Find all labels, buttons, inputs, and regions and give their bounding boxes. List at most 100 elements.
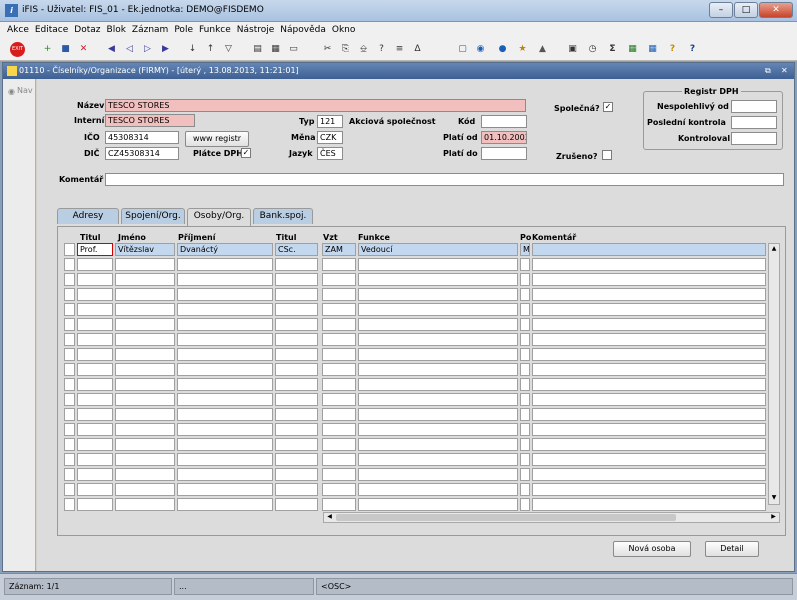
cell-titul2[interactable] (275, 498, 318, 511)
tab-spojeni-org[interactable]: Spojení/Org. (121, 208, 185, 224)
row-selector[interactable] (64, 258, 75, 271)
scroll-up-icon[interactable]: ▲ (770, 245, 778, 254)
paste-icon[interactable]: ⎒ (356, 42, 371, 57)
nespolehlivy-field[interactable] (731, 100, 777, 113)
cell-titul[interactable] (77, 468, 113, 481)
cell-vzt[interactable] (322, 483, 356, 496)
cell-funkce[interactable] (358, 408, 518, 421)
cell-titul2[interactable] (275, 333, 318, 346)
typ-field[interactable]: 121 (317, 115, 343, 128)
restore-icon[interactable]: ⧉ (765, 63, 771, 79)
cell-vzt[interactable] (322, 453, 356, 466)
cell-po[interactable] (520, 483, 530, 496)
cell-prijmeni[interactable] (177, 468, 273, 481)
sort-asc-icon[interactable]: ↓ (185, 42, 200, 57)
cell-titul2[interactable] (275, 438, 318, 451)
cell-titul[interactable] (77, 378, 113, 391)
cell-titul2[interactable] (275, 453, 318, 466)
cell-jmeno[interactable] (115, 378, 175, 391)
menu-editace[interactable]: Editace (32, 22, 71, 39)
cell-prijmeni[interactable] (177, 303, 273, 316)
row-selector[interactable] (64, 423, 75, 436)
cell-funkce[interactable] (358, 363, 518, 376)
cell-titul2[interactable] (275, 348, 318, 361)
cell-prijmeni[interactable] (177, 258, 273, 271)
cell-komentar[interactable] (532, 408, 766, 421)
cell-titul2[interactable] (275, 363, 318, 376)
plati-do-field[interactable] (481, 147, 527, 160)
cell-funkce[interactable] (358, 438, 518, 451)
cell-titul2[interactable] (275, 303, 318, 316)
list-icon[interactable]: ≡ (392, 42, 407, 57)
cell-komentar[interactable] (532, 318, 766, 331)
cell-jmeno[interactable] (115, 303, 175, 316)
cell-titul[interactable] (77, 393, 113, 406)
cell-titul[interactable] (77, 438, 113, 451)
save-icon[interactable]: ■ (58, 42, 73, 57)
cell-po[interactable] (520, 438, 530, 451)
cell-titul2[interactable] (275, 468, 318, 481)
cell-komentar[interactable] (532, 288, 766, 301)
detail-button[interactable]: Detail (705, 541, 759, 557)
cell-titul[interactable] (77, 303, 113, 316)
row-selector[interactable] (64, 288, 75, 301)
row-selector[interactable] (64, 243, 75, 256)
cell-po[interactable] (520, 423, 530, 436)
scroll-down-icon[interactable]: ▼ (770, 494, 778, 503)
cell-jmeno[interactable] (115, 318, 175, 331)
last-record-icon[interactable]: ▶ (158, 42, 173, 57)
chart-icon[interactable]: ★ (515, 42, 530, 57)
nova-osoba-button[interactable]: Nová osoba (613, 541, 691, 557)
prev-record-icon[interactable]: ◁ (122, 42, 137, 57)
cell-prijmeni[interactable] (177, 378, 273, 391)
cell-komentar[interactable] (532, 438, 766, 451)
cell-jmeno[interactable] (115, 408, 175, 421)
posledni-kontrola-field[interactable] (731, 116, 777, 129)
cell-titul[interactable] (77, 288, 113, 301)
copy-icon[interactable]: ⎘ (338, 42, 353, 57)
cell-komentar[interactable] (532, 378, 766, 391)
filter-icon[interactable]: ▽ (221, 42, 236, 57)
cell-vzt[interactable] (322, 498, 356, 511)
cell-titul2[interactable] (275, 408, 318, 421)
cell-komentar[interactable] (532, 423, 766, 436)
cell-prijmeni[interactable] (177, 333, 273, 346)
cell-titul2[interactable] (275, 273, 318, 286)
cell-po[interactable] (520, 498, 530, 511)
cell-po[interactable]: M (520, 243, 530, 256)
globe-icon[interactable]: ◉ (473, 42, 488, 57)
menu-akce[interactable]: Akce (4, 22, 32, 39)
cell-jmeno[interactable] (115, 468, 175, 481)
cell-komentar[interactable] (532, 498, 766, 511)
zruseno-checkbox[interactable] (602, 150, 612, 160)
cell-titul[interactable] (77, 258, 113, 271)
cell-komentar[interactable] (532, 453, 766, 466)
cell-titul[interactable] (77, 318, 113, 331)
cell-titul2[interactable]: CSc. (275, 243, 318, 256)
cell-po[interactable] (520, 468, 530, 481)
cell-funkce[interactable] (358, 318, 518, 331)
kontroloval-field[interactable] (731, 132, 777, 145)
close-button[interactable]: ✕ (759, 2, 793, 18)
cell-prijmeni[interactable] (177, 408, 273, 421)
cell-jmeno[interactable] (115, 498, 175, 511)
platce-dph-checkbox[interactable]: ✓ (241, 148, 251, 158)
cell-titul2[interactable] (275, 483, 318, 496)
cell-jmeno[interactable] (115, 363, 175, 376)
horizontal-scrollbar[interactable]: ◀ ▶ (323, 512, 780, 523)
cell-jmeno[interactable] (115, 438, 175, 451)
menu-pole[interactable]: Pole (171, 22, 196, 39)
cell-po[interactable] (520, 318, 530, 331)
minimize-button[interactable]: – (709, 2, 733, 18)
cell-po[interactable] (520, 378, 530, 391)
cell-vzt[interactable] (322, 378, 356, 391)
cell-titul[interactable] (77, 363, 113, 376)
cell-jmeno[interactable] (115, 423, 175, 436)
cell-komentar[interactable] (532, 483, 766, 496)
maximize-button[interactable]: □ (734, 2, 758, 18)
cell-titul[interactable] (77, 453, 113, 466)
row-selector[interactable] (64, 363, 75, 376)
cell-prijmeni[interactable] (177, 363, 273, 376)
cell-po[interactable] (520, 363, 530, 376)
mena-field[interactable]: CZK (317, 131, 343, 144)
